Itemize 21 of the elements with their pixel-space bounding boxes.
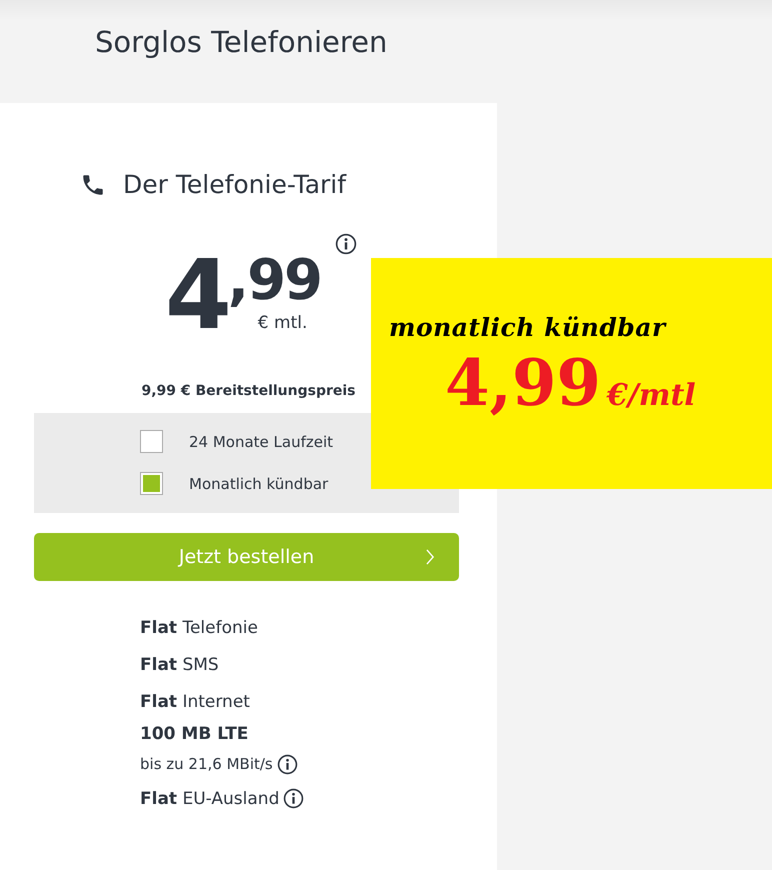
checkbox[interactable]: [140, 430, 163, 453]
page-title: Sorglos Telefonieren: [94, 24, 388, 59]
promo-unit: €/mtl: [606, 378, 696, 413]
tariff-title: Der Telefonie-Tarif: [123, 170, 346, 199]
price-unit: € mtl.: [258, 313, 308, 333]
promo-headline: monatlich kündbar: [389, 313, 668, 342]
option-label[interactable]: 24 Monate Laufzeit: [189, 432, 334, 450]
feature-text: 100 MB LTE: [140, 724, 248, 744]
info-icon[interactable]: [335, 233, 357, 255]
promo-price: 4,99: [445, 346, 601, 421]
feature-text: bis zu 21,6 MBit/s: [140, 755, 273, 773]
checkbox[interactable]: [140, 472, 163, 495]
info-icon[interactable]: [283, 788, 304, 809]
setup-fee: 9,99 € Bereitstellungspreis: [140, 383, 357, 399]
feature-text: Flat Internet: [140, 692, 250, 712]
info-icon[interactable]: [276, 754, 298, 774]
chevron-right-icon: [426, 549, 435, 565]
feature-text: Flat EU-Ausland: [140, 788, 280, 808]
feature-text: Flat SMS: [140, 654, 219, 674]
option-label[interactable]: Monatlich kündbar: [189, 474, 328, 492]
feature-text: Flat Telefonie: [140, 618, 258, 638]
